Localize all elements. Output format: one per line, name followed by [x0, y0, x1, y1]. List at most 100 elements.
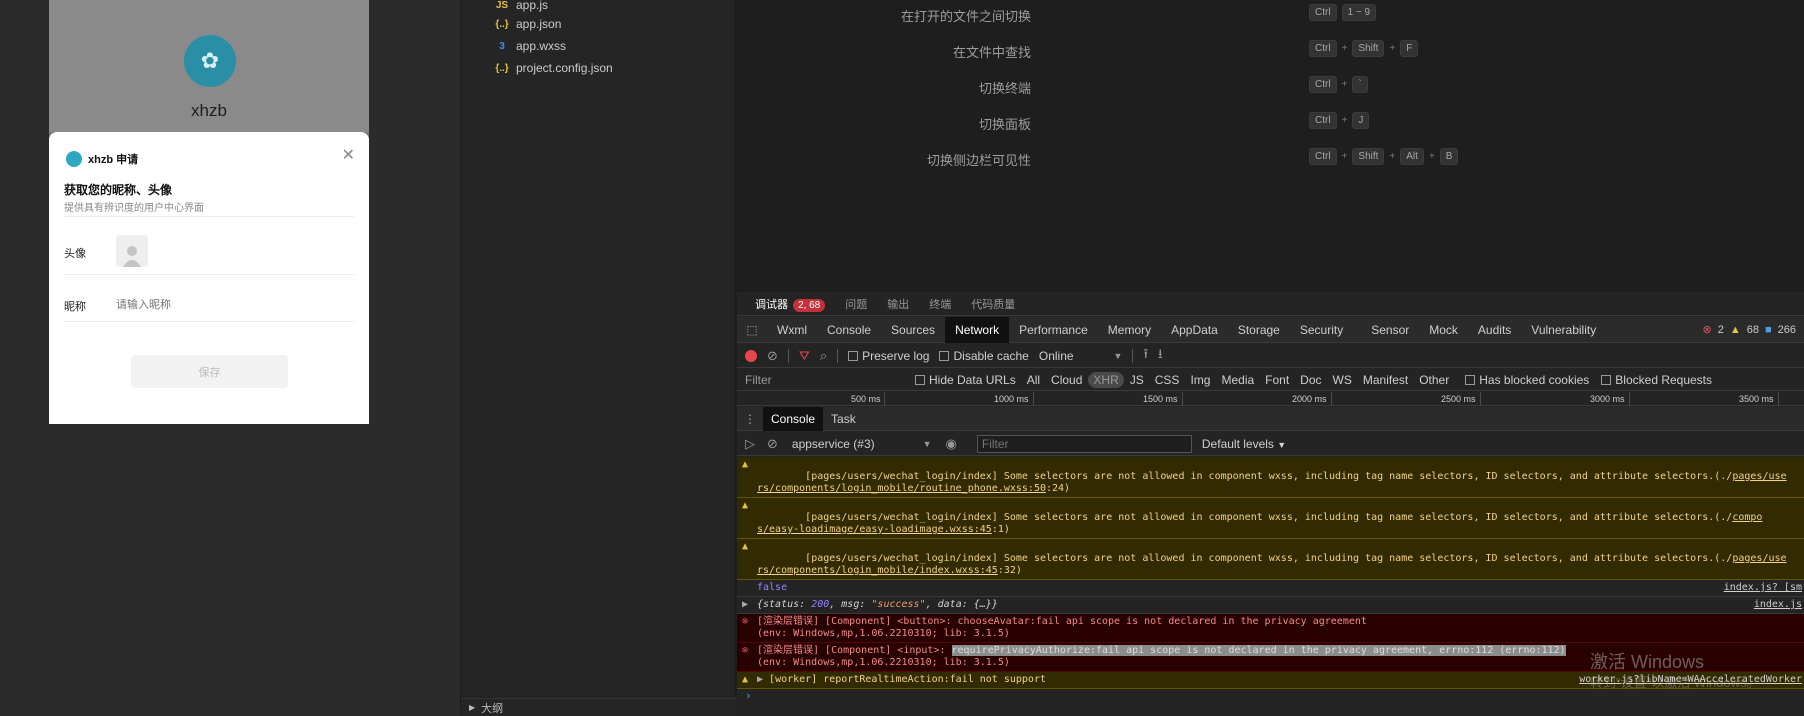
avatar-picker[interactable] — [116, 235, 148, 267]
nickname-input[interactable] — [116, 299, 316, 311]
expand-arrow-icon: ▶ — [757, 674, 770, 685]
source-link[interactable]: index.js? [sm — [1724, 582, 1802, 594]
file-item[interactable]: 3 app.wxss — [494, 36, 566, 56]
console-warning: ▲ [pages/users/wechat_login/index] Some s… — [737, 498, 1804, 539]
divider — [64, 321, 354, 322]
filter-other[interactable]: Other — [1414, 372, 1454, 388]
filter-manifest[interactable]: Manifest — [1358, 372, 1413, 388]
console-prompt[interactable]: › — [737, 689, 1804, 705]
tab-sensor[interactable]: Sensor — [1361, 317, 1419, 343]
tab-drawer-console[interactable]: Console — [763, 406, 824, 431]
shortcut-keys: Ctrl + J — [1309, 112, 1370, 129]
filter-img[interactable]: Img — [1185, 372, 1215, 388]
filter-doc[interactable]: Doc — [1295, 372, 1326, 388]
outline-label: 大纲 — [481, 702, 504, 715]
tab-vulnerability[interactable]: Vulnerability — [1521, 317, 1606, 343]
tab-appdata[interactable]: AppData — [1161, 317, 1228, 343]
source-link[interactable]: compo — [1732, 512, 1762, 523]
shortcut-label: 切换侧边栏可见性 — [926, 153, 1031, 168]
tab-wxml[interactable]: Wxml — [767, 317, 817, 343]
clear-icon[interactable]: ⊘ — [767, 348, 778, 364]
clear-console-icon[interactable]: ⊘ — [767, 436, 778, 452]
tab-network[interactable]: Network — [945, 316, 1010, 343]
warning-count: 68 — [1746, 323, 1759, 336]
export-har-icon[interactable]: ⭳ — [1158, 345, 1163, 367]
filter-all[interactable]: All — [1022, 372, 1045, 388]
tab-sources[interactable]: Sources — [881, 317, 945, 343]
hide-data-urls-checkbox[interactable]: Hide Data URLs — [915, 373, 1016, 387]
devtools-tabs: ⬚ Wxml Console Sources Network Performan… — [737, 316, 1804, 343]
close-icon[interactable]: ✕ — [342, 145, 355, 165]
filter-icon[interactable]: ⛛ — [799, 348, 810, 364]
save-button[interactable]: 保存 — [131, 355, 288, 388]
blocked-cookies-checkbox[interactable]: Has blocked cookies — [1465, 373, 1589, 387]
tab-audits[interactable]: Audits — [1468, 317, 1521, 343]
issue-counts[interactable]: ⊗ 2 ▲ 68 ■ 266 — [1702, 323, 1797, 337]
console-filter-input[interactable] — [976, 434, 1192, 453]
shortcut-keys: Ctrl + Shift + Alt + B — [1309, 148, 1459, 165]
search-icon[interactable]: ⌕ — [820, 348, 827, 364]
blocked-requests-checkbox[interactable]: Blocked Requests — [1601, 373, 1712, 387]
tab-terminal[interactable]: 终端 — [929, 296, 951, 312]
context-select[interactable]: appservice (#3) ▼ — [792, 437, 932, 451]
tab-console[interactable]: Console — [817, 317, 881, 343]
key: Shift — [1352, 40, 1385, 57]
tab-code-quality[interactable]: 代码质量 — [971, 296, 1015, 312]
tab-memory[interactable]: Memory — [1098, 317, 1161, 343]
shortcut-hints: 在打开的文件之间切换 Ctrl 1 ~ 9 在文件中查找 Ctrl + Shift… — [737, 0, 1804, 292]
filter-xhr[interactable]: XHR — [1088, 371, 1124, 388]
shortcut-row: 切换侧边栏可见性 Ctrl + Shift + Alt + B — [737, 148, 1804, 168]
filter-ws[interactable]: WS — [1328, 372, 1357, 388]
shortcut-row: 在打开的文件之间切换 Ctrl 1 ~ 9 — [737, 4, 1804, 24]
tab-performance[interactable]: Performance — [1009, 317, 1098, 343]
file-item[interactable]: JS app.js — [494, 0, 548, 15]
timeline-tick: 500 ms — [851, 394, 881, 404]
tab-problems[interactable]: 问题 — [845, 296, 867, 312]
outline-section[interactable]: ▶ 大纲 — [461, 698, 737, 716]
shortcut-label: 在文件中查找 — [952, 45, 1031, 60]
network-filter-input[interactable]: Filter — [737, 373, 915, 387]
filter-media[interactable]: Media — [1216, 372, 1259, 388]
file-item[interactable]: {..} app.json — [494, 14, 561, 34]
error-icon: ⊗ — [1702, 324, 1712, 336]
error-icon: ⊗ — [742, 645, 749, 656]
drawer-tabs: ⋮ Console Task — [737, 406, 1804, 431]
throttle-select[interactable]: Online ▼ — [1039, 349, 1123, 363]
app-name: xhzb — [191, 101, 227, 120]
tab-debugger[interactable]: 调试器 2, 68 — [755, 296, 826, 312]
import-har-icon[interactable]: ⭱ — [1143, 345, 1148, 367]
tab-mock[interactable]: Mock — [1419, 317, 1468, 343]
source-link[interactable]: rs/components/login_mobile/routine_phone… — [757, 483, 1046, 494]
source-link[interactable]: rs/components/login_mobile/index.wxss:45 — [757, 565, 998, 576]
file-item[interactable]: {..} project.config.json — [494, 58, 612, 78]
eye-icon[interactable]: ◉ — [946, 436, 957, 452]
activation-watermark: 激活 Windows — [1590, 652, 1705, 672]
inspect-element-icon[interactable]: ⬚ — [737, 323, 767, 337]
record-icon[interactable] — [745, 349, 757, 362]
source-link[interactable]: pages/use — [1732, 471, 1786, 482]
tab-security[interactable]: Security — [1290, 317, 1353, 343]
divider — [64, 274, 354, 275]
tab-storage[interactable]: Storage — [1228, 317, 1290, 343]
css-icon: 3 — [499, 40, 505, 52]
tab-drawer-task[interactable]: Task — [823, 407, 864, 431]
sidebar-toggle-icon[interactable]: ▷ — [745, 436, 755, 452]
tab-output[interactable]: 输出 — [887, 296, 909, 312]
filter-js[interactable]: JS — [1125, 372, 1149, 388]
source-link[interactable]: s/easy-loadimage/easy-loadimage.wxss:45 — [757, 524, 992, 535]
source-link[interactable]: index.js — [1754, 599, 1802, 611]
filter-cloud[interactable]: Cloud — [1046, 372, 1087, 388]
selected-text: requirePrivacyAuthorize:fail api scope i… — [951, 645, 1566, 656]
console-message[interactable]: ▶ {status: 200, msg: "success", data: {…}… — [737, 597, 1804, 614]
preserve-log-checkbox[interactable]: Preserve log — [848, 349, 929, 363]
filter-font[interactable]: Font — [1260, 372, 1294, 388]
filter-css[interactable]: CSS — [1150, 372, 1185, 388]
log-levels-select[interactable]: Default levels ▼ — [1202, 437, 1286, 451]
more-options-icon[interactable]: ⋮ — [737, 412, 763, 426]
source-link[interactable]: pages/use — [1732, 553, 1786, 564]
network-timeline[interactable]: 500 ms 1000 ms 1500 ms 2000 ms 2500 ms 3… — [737, 392, 1804, 406]
warning-icon: ▲ — [742, 674, 749, 685]
chevron-down-icon: ▼ — [1277, 439, 1287, 450]
disable-cache-checkbox[interactable]: Disable cache — [939, 349, 1029, 363]
shortcut-row: 切换终端 Ctrl + ` — [737, 76, 1804, 96]
